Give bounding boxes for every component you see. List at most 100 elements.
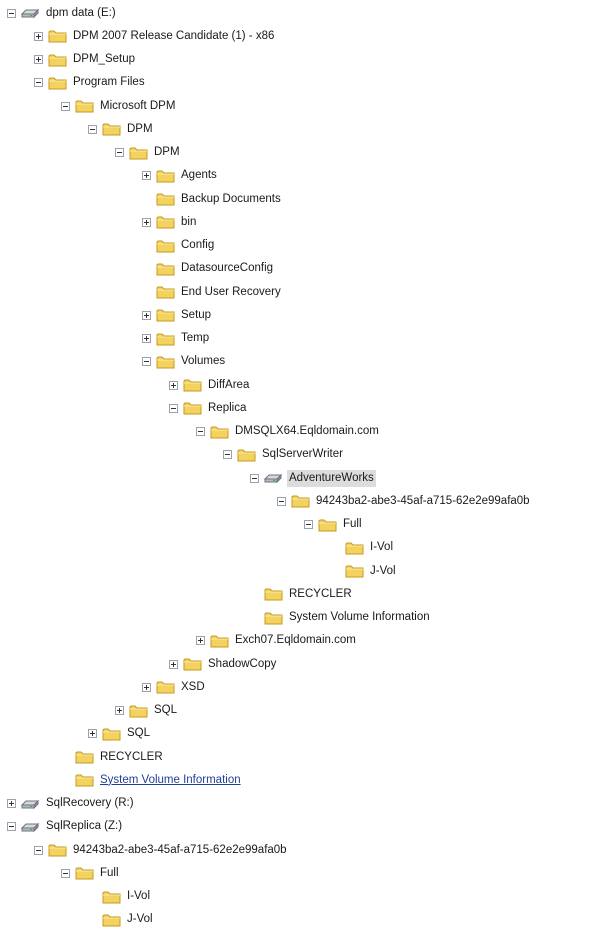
tree-node-label[interactable]: SqlRecovery (R:): [44, 795, 136, 812]
tree-node-label[interactable]: SqlServerWriter: [260, 446, 345, 463]
tree-node[interactable]: 94243ba2-abe3-45af-a715-62e2e99afa0b: [0, 840, 616, 860]
expand-icon[interactable]: [142, 682, 151, 692]
tree-node-label[interactable]: End User Recovery: [179, 284, 283, 301]
collapse-icon[interactable]: [223, 450, 232, 460]
tree-node[interactable]: 94243ba2-abe3-45af-a715-62e2e99afa0b: [0, 491, 616, 511]
tree-node-label[interactable]: J-Vol: [125, 911, 155, 928]
collapse-icon[interactable]: [169, 403, 178, 413]
tree-node[interactable]: XSD: [0, 677, 616, 697]
expand-icon[interactable]: [142, 310, 151, 320]
collapse-icon[interactable]: [250, 473, 259, 483]
tree-node[interactable]: SqlServerWriter: [0, 445, 616, 465]
tree-node[interactable]: AdventureWorks: [0, 468, 616, 488]
tree-node-label[interactable]: Program Files: [71, 74, 147, 91]
tree-node[interactable]: dpm data (E:): [0, 3, 616, 23]
collapse-icon[interactable]: [61, 101, 70, 111]
tree-node-label[interactable]: Setup: [179, 307, 213, 324]
tree-node[interactable]: J-Vol: [0, 910, 616, 930]
tree-node[interactable]: Setup: [0, 305, 616, 325]
collapse-icon[interactable]: [34, 845, 43, 855]
tree-node-label[interactable]: Backup Documents: [179, 191, 283, 208]
tree-node[interactable]: DPM_Setup: [0, 50, 616, 70]
tree-node-label[interactable]: SQL: [152, 702, 179, 719]
tree-node-label[interactable]: 94243ba2-abe3-45af-a715-62e2e99afa0b: [314, 493, 532, 510]
tree-node[interactable]: Replica: [0, 398, 616, 418]
expand-icon[interactable]: [169, 659, 178, 669]
tree-node[interactable]: End User Recovery: [0, 282, 616, 302]
tree-node-label[interactable]: RECYCLER: [98, 749, 165, 766]
tree-node-label[interactable]: SQL: [125, 725, 152, 742]
collapse-icon[interactable]: [34, 78, 43, 88]
tree-node[interactable]: DMSQLX64.Eqldomain.com: [0, 422, 616, 442]
tree-node-label[interactable]: SqlReplica (Z:): [44, 818, 124, 835]
tree-node[interactable]: Temp: [0, 329, 616, 349]
expand-icon[interactable]: [142, 334, 151, 343]
tree-node[interactable]: RECYCLER: [0, 584, 616, 604]
tree-node[interactable]: Microsoft DPM: [0, 96, 616, 116]
tree-node[interactable]: DPM 2007 Release Candidate (1) - x86: [0, 26, 616, 46]
tree-node-label[interactable]: Microsoft DPM: [98, 98, 177, 115]
tree-node-label[interactable]: RECYCLER: [287, 586, 354, 603]
tree-node-label[interactable]: I-Vol: [368, 539, 395, 556]
tree-node-label[interactable]: Full: [341, 516, 364, 533]
tree-node-label[interactable]: Replica: [206, 400, 248, 417]
tree-node-label[interactable]: bin: [179, 214, 198, 231]
tree-node[interactable]: I-Vol: [0, 538, 616, 558]
tree-node-label[interactable]: J-Vol: [368, 563, 398, 580]
tree-node[interactable]: ShadowCopy: [0, 654, 616, 674]
tree-node-label[interactable]: 94243ba2-abe3-45af-a715-62e2e99afa0b: [71, 842, 289, 859]
expand-icon[interactable]: [196, 636, 205, 646]
tree-node-label[interactable]: DatasourceConfig: [179, 260, 275, 277]
tree-node-label[interactable]: DMSQLX64.Eqldomain.com: [233, 423, 381, 440]
tree-node-label[interactable]: Volumes: [179, 353, 227, 370]
tree-node[interactable]: DiffArea: [0, 375, 616, 395]
tree-node-label[interactable]: Temp: [179, 330, 211, 347]
expand-icon[interactable]: [169, 380, 178, 390]
tree-node[interactable]: SQL: [0, 701, 616, 721]
tree-node[interactable]: Volumes: [0, 352, 616, 372]
expand-icon[interactable]: [115, 706, 124, 715]
tree-node-label[interactable]: ShadowCopy: [206, 656, 278, 673]
tree-node[interactable]: Config: [0, 236, 616, 256]
tree-node[interactable]: J-Vol: [0, 561, 616, 581]
collapse-icon[interactable]: [142, 357, 151, 367]
tree-node-label[interactable]: AdventureWorks: [287, 469, 376, 487]
tree-node-label[interactable]: System Volume Information: [98, 772, 243, 789]
tree-node-label[interactable]: DPM_Setup: [71, 51, 137, 68]
tree-node[interactable]: System Volume Information: [0, 770, 616, 790]
tree-node[interactable]: SqlReplica (Z:): [0, 817, 616, 837]
tree-node[interactable]: Program Files: [0, 73, 616, 93]
tree-node-label[interactable]: Full: [98, 865, 121, 882]
expand-icon[interactable]: [7, 799, 16, 808]
collapse-icon[interactable]: [61, 868, 70, 878]
tree-node[interactable]: DPM: [0, 143, 616, 163]
tree-node-label[interactable]: DPM: [152, 144, 182, 161]
tree-node-label[interactable]: Exch07.Eqldomain.com: [233, 632, 358, 649]
collapse-icon[interactable]: [304, 520, 313, 529]
collapse-icon[interactable]: [88, 124, 97, 134]
tree-node[interactable]: Full: [0, 863, 616, 883]
tree-node[interactable]: SQL: [0, 724, 616, 744]
collapse-icon[interactable]: [7, 8, 16, 18]
tree-node-label[interactable]: System Volume Information: [287, 609, 432, 626]
expand-icon[interactable]: [142, 217, 151, 227]
collapse-icon[interactable]: [115, 148, 124, 157]
collapse-icon[interactable]: [196, 427, 205, 436]
tree-node-label[interactable]: I-Vol: [125, 888, 152, 905]
tree-node[interactable]: Full: [0, 515, 616, 535]
tree-node[interactable]: System Volume Information: [0, 608, 616, 628]
tree-node[interactable]: bin: [0, 212, 616, 232]
tree-node[interactable]: DatasourceConfig: [0, 259, 616, 279]
tree-node[interactable]: SqlRecovery (R:): [0, 794, 616, 814]
tree-node[interactable]: Agents: [0, 166, 616, 186]
tree-node[interactable]: RECYCLER: [0, 747, 616, 767]
tree-node-label[interactable]: dpm data (E:): [44, 5, 118, 22]
tree-node-label[interactable]: Agents: [179, 167, 219, 184]
tree-node-label[interactable]: DPM 2007 Release Candidate (1) - x86: [71, 28, 276, 45]
expand-icon[interactable]: [88, 729, 97, 739]
tree-node-label[interactable]: XSD: [179, 679, 207, 696]
tree-node[interactable]: Backup Documents: [0, 189, 616, 209]
tree-node[interactable]: DPM: [0, 119, 616, 139]
expand-icon[interactable]: [34, 31, 43, 41]
expand-icon[interactable]: [142, 171, 151, 181]
